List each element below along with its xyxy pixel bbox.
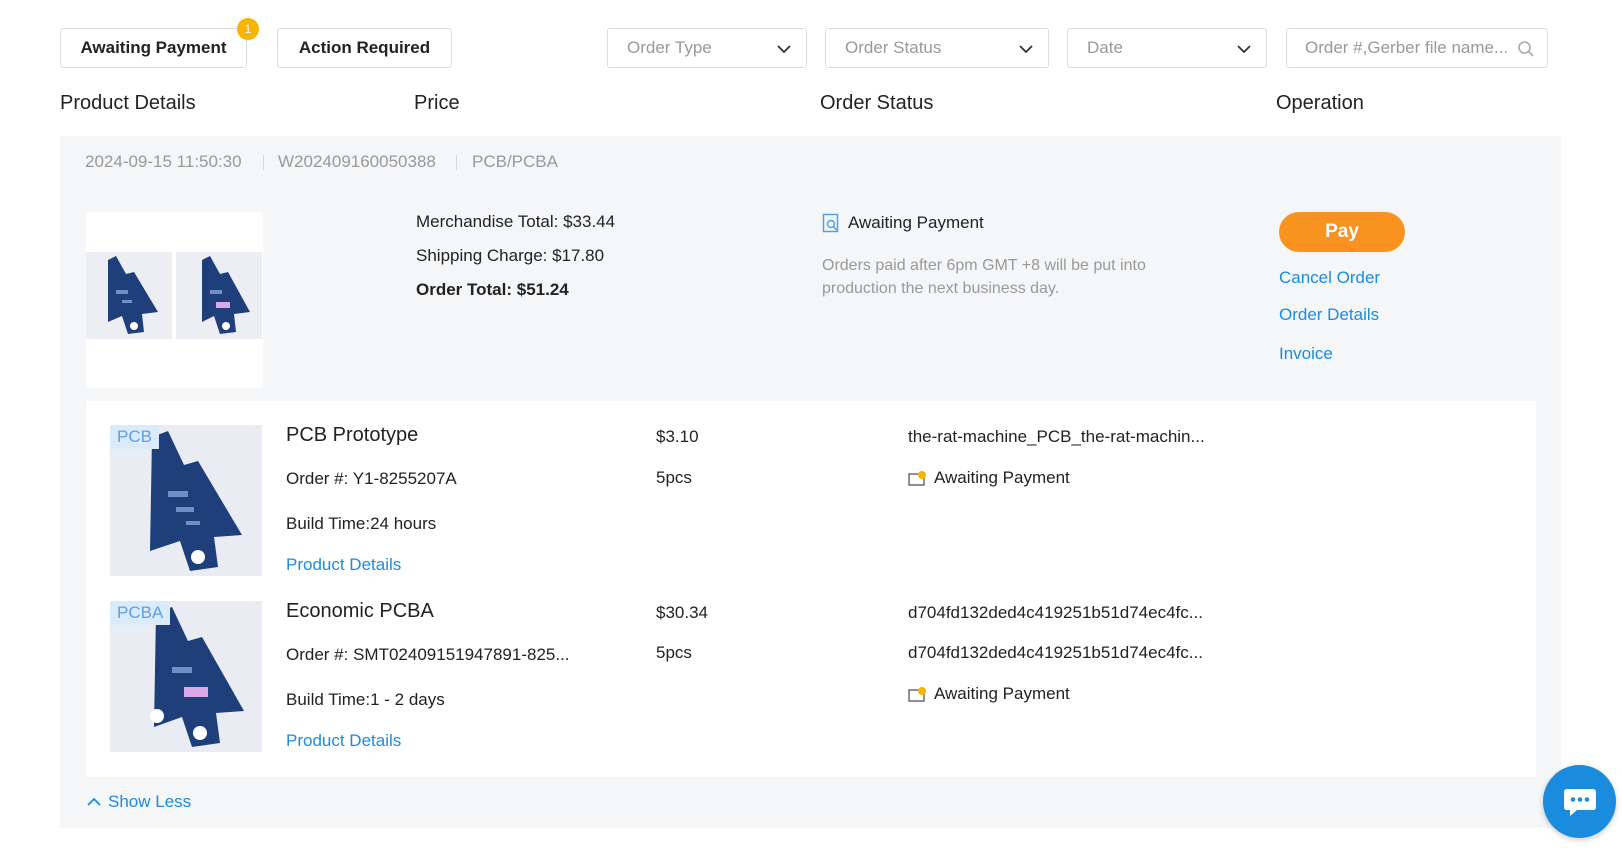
merchandise-total: Merchandise Total: $33.44 <box>416 212 616 231</box>
order-number: W202409160050388 <box>278 152 436 171</box>
order-search-input[interactable] <box>1305 38 1525 58</box>
order-status: Awaiting Payment <box>822 213 984 233</box>
product-price: $30.34 <box>656 603 708 622</box>
order-category: PCB/PCBA <box>472 152 558 171</box>
tab-action-required[interactable]: Action Required <box>277 28 452 68</box>
order-type-select[interactable]: Order Type <box>607 28 807 68</box>
pcb-board-image <box>108 256 158 334</box>
product-details-link[interactable]: Product Details <box>286 731 401 751</box>
order-datetime: 2024-09-15 11:50:30 <box>85 152 242 171</box>
product-build-time: Build Time:24 hours <box>286 514 437 533</box>
tab-action-required-label: Action Required <box>298 38 431 57</box>
order-status-text: Awaiting Payment <box>848 213 984 232</box>
awaiting-payment-count-badge: 1 <box>237 18 259 40</box>
show-less-label: Show Less <box>108 792 192 811</box>
product-type-tag: PCBA <box>110 601 171 625</box>
product-list <box>86 401 1536 777</box>
invoice-link[interactable]: Invoice <box>1279 344 1333 364</box>
order-details-link[interactable]: Order Details <box>1279 305 1379 325</box>
chat-bubble-icon <box>1563 788 1596 816</box>
cancel-order-link[interactable]: Cancel Order <box>1279 268 1380 288</box>
product-file-name-2: d704fd132ded4c419251b51d74ec4fc... <box>908 643 1203 662</box>
product-name: PCB Prototype <box>286 424 419 446</box>
tab-awaiting-payment[interactable]: Awaiting Payment 1 <box>60 18 259 68</box>
product-order-number: Order #: Y1-8255207A <box>286 469 457 488</box>
product-type-tag: PCB <box>110 425 159 449</box>
product-quantity: 5pcs <box>656 468 692 487</box>
date-select-value: Date <box>1087 38 1123 57</box>
wallet-icon <box>908 687 926 702</box>
order-status-select-value: Order Status <box>845 38 942 57</box>
product-name: Economic PCBA <box>286 600 434 622</box>
pcba-thumbnail <box>176 252 262 339</box>
product-status: Awaiting Payment <box>908 684 1070 704</box>
product-status-text: Awaiting Payment <box>934 684 1070 703</box>
column-header-product-details: Product Details <box>60 92 196 114</box>
product-status: Awaiting Payment <box>908 468 1070 488</box>
meta-divider <box>456 155 457 170</box>
wallet-icon <box>908 471 926 486</box>
document-search-icon <box>822 213 839 233</box>
column-header-price: Price <box>414 92 460 114</box>
product-details-link[interactable]: Product Details <box>286 555 401 575</box>
meta-divider <box>263 155 264 170</box>
product-file-name: d704fd132ded4c419251b51d74ec4fc... <box>908 603 1203 622</box>
shipping-charge: Shipping Charge: $17.80 <box>416 246 605 265</box>
pcb-thumbnail <box>86 252 172 339</box>
product-build-time: Build Time:1 - 2 days <box>286 690 445 709</box>
product-order-number: Order #: SMT02409151947891-825... <box>286 645 570 664</box>
chevron-down-icon <box>1019 45 1033 54</box>
date-select[interactable]: Date <box>1067 28 1267 68</box>
pay-button[interactable]: Pay <box>1279 212 1405 252</box>
order-type-select-value: Order Type <box>627 38 712 57</box>
chevron-down-icon <box>777 45 791 54</box>
column-header-operation: Operation <box>1276 92 1364 114</box>
search-icon[interactable] <box>1517 40 1535 58</box>
product-price: $3.10 <box>656 427 699 446</box>
order-status-select[interactable]: Order Status <box>825 28 1049 68</box>
show-less-toggle[interactable]: Show Less <box>86 792 191 812</box>
pcba-product-image: PCBA <box>110 601 262 752</box>
order-search-box <box>1286 28 1548 68</box>
order-total: Order Total: $51.24 <box>416 280 569 299</box>
product-file-name: the-rat-machine_PCB_the-rat-machin... <box>908 427 1205 446</box>
pcba-board-image <box>202 256 250 334</box>
chat-button[interactable] <box>1543 765 1616 838</box>
chevron-up-icon <box>87 797 101 806</box>
product-quantity: 5pcs <box>656 643 692 662</box>
column-header-order-status: Order Status <box>820 92 934 114</box>
product-status-text: Awaiting Payment <box>934 468 1070 487</box>
tab-awaiting-payment-label: Awaiting Payment <box>80 38 227 57</box>
order-thumbnails <box>86 212 263 388</box>
chevron-down-icon <box>1237 45 1251 54</box>
production-note: Orders paid after 6pm GMT +8 will be put… <box>822 257 1146 297</box>
pcb-product-image: PCB <box>110 425 262 576</box>
